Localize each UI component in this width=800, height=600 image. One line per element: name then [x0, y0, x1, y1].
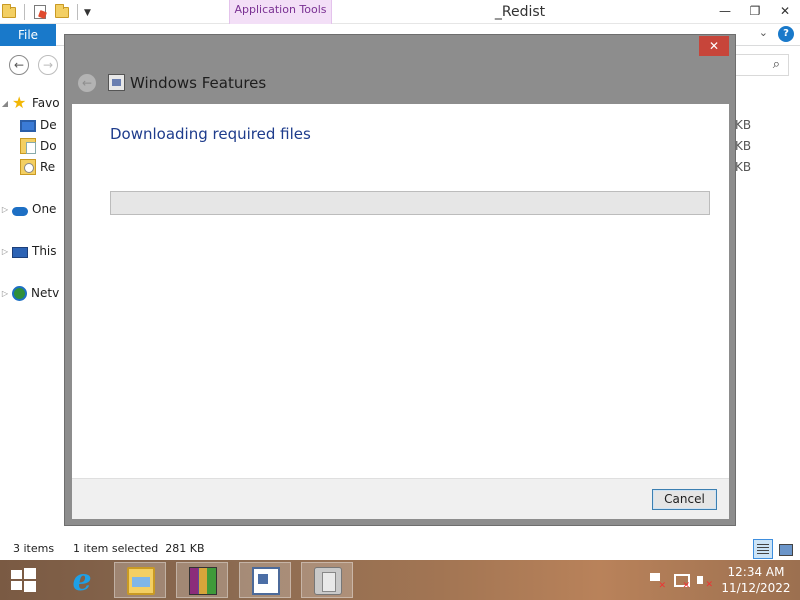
start-button[interactable] — [9, 567, 37, 593]
winrar-icon — [189, 567, 217, 595]
expand-arrow-icon[interactable]: ▷ — [0, 205, 10, 214]
nav-item-documents[interactable]: Do — [18, 136, 57, 156]
windows-features-icon — [252, 567, 280, 595]
clock-time: 12:34 AM — [727, 565, 785, 579]
nav-item-label: One — [32, 202, 57, 216]
cancel-button[interactable]: Cancel — [652, 489, 717, 510]
minimize-button[interactable]: — — [710, 0, 740, 22]
desktop-icon — [20, 120, 36, 132]
clock-date: 11/12/2022 — [721, 581, 791, 595]
application-tools-context-tab[interactable]: Application Tools — [229, 0, 332, 24]
file-explorer-icon — [127, 567, 155, 595]
windows-features-dialog: ✕ ← Windows Features Downloading require… — [64, 34, 736, 526]
recent-places-icon — [20, 159, 36, 175]
star-icon: ★ — [12, 93, 27, 112]
dialog-title: Windows Features — [130, 74, 267, 92]
forward-button[interactable]: → — [38, 55, 58, 75]
nav-item-favorites[interactable]: ◢ ★ Favo — [0, 93, 60, 113]
explorer-title-bar: ▼ _Redist Application Tools — ❐ ✕ — [0, 0, 800, 24]
windows-logo-pane — [24, 568, 36, 579]
status-heading: Downloading required files — [110, 125, 311, 143]
nav-item-label: Do — [40, 139, 57, 153]
system-tray — [648, 572, 713, 591]
action-center-flag-icon[interactable] — [648, 572, 666, 591]
taskbar-windows-features[interactable] — [239, 562, 291, 598]
nav-item-network[interactable]: ▷ Netv — [0, 283, 59, 303]
volume-muted-icon[interactable] — [696, 572, 713, 590]
search-icon: ⌕ — [772, 57, 780, 72]
nav-item-label: Netv — [31, 286, 60, 300]
taskbar-internet-explorer[interactable]: e — [55, 562, 107, 598]
nav-item-desktop[interactable]: De — [18, 115, 57, 135]
search-input[interactable]: ⌕ — [735, 54, 789, 76]
nav-item-recent-places[interactable]: Re — [18, 157, 55, 177]
details-view-button[interactable] — [753, 539, 773, 559]
nav-item-this-pc[interactable]: ▷ This — [0, 241, 57, 261]
internet-explorer-icon: e — [72, 563, 92, 598]
help-icon[interactable]: ? — [778, 26, 794, 42]
network-icon — [12, 285, 27, 301]
expand-arrow-icon[interactable]: ◢ — [0, 99, 10, 108]
network-status-icon[interactable] — [672, 572, 690, 591]
windows-logo-pane — [11, 570, 22, 579]
status-bar: 3 items 1 item selected 281 KB — [0, 538, 800, 560]
taskbar-file-explorer[interactable] — [114, 562, 166, 598]
file-size-cell: KB — [735, 139, 752, 153]
file-tab[interactable]: File — [0, 24, 56, 46]
ribbon-controls: ⌄ ? — [759, 26, 794, 42]
windows-features-icon — [108, 74, 125, 91]
nav-item-onedrive[interactable]: ▷ One — [0, 199, 57, 219]
windows-logo-pane — [24, 581, 36, 592]
item-count: 3 items — [13, 542, 55, 555]
window-caption-buttons: — ❐ ✕ — [710, 0, 800, 22]
window-title: _Redist — [494, 4, 546, 20]
dialog-footer: Cancel — [72, 478, 729, 519]
nav-item-label: De — [40, 118, 57, 132]
taskbar: e 12:34 AM 11/12/2022 — [0, 560, 800, 600]
dialog-content: Downloading required files — [72, 104, 729, 478]
documents-icon — [20, 138, 36, 154]
nav-item-label: Re — [40, 160, 56, 174]
back-button[interactable]: ← — [9, 55, 29, 75]
onedrive-icon — [12, 206, 28, 216]
close-button[interactable]: ✕ — [770, 0, 800, 22]
setup-icon — [314, 567, 342, 595]
restore-button[interactable]: ❐ — [740, 0, 770, 22]
dialog-back-button[interactable]: ← — [78, 74, 96, 92]
taskbar-winrar[interactable] — [176, 562, 228, 598]
nav-item-label: This — [32, 244, 57, 258]
large-icons-view-button[interactable] — [775, 539, 795, 559]
taskbar-setup[interactable] — [301, 562, 353, 598]
expand-arrow-icon[interactable]: ▷ — [0, 247, 10, 256]
this-pc-icon — [12, 246, 28, 258]
file-size-cell: KB — [735, 118, 752, 132]
nav-item-label: Favo — [32, 96, 60, 110]
file-size-cell: KB — [735, 160, 752, 174]
download-progress-bar — [110, 191, 710, 215]
expand-arrow-icon[interactable]: ▷ — [0, 289, 10, 298]
dialog-close-button[interactable]: ✕ — [699, 36, 729, 56]
taskbar-clock[interactable]: 12:34 AM 11/12/2022 — [720, 564, 792, 596]
selection-info: 1 item selected 281 KB — [73, 542, 205, 555]
windows-logo-pane — [11, 581, 22, 590]
ribbon-expand-chevron-icon[interactable]: ⌄ — [759, 26, 768, 42]
